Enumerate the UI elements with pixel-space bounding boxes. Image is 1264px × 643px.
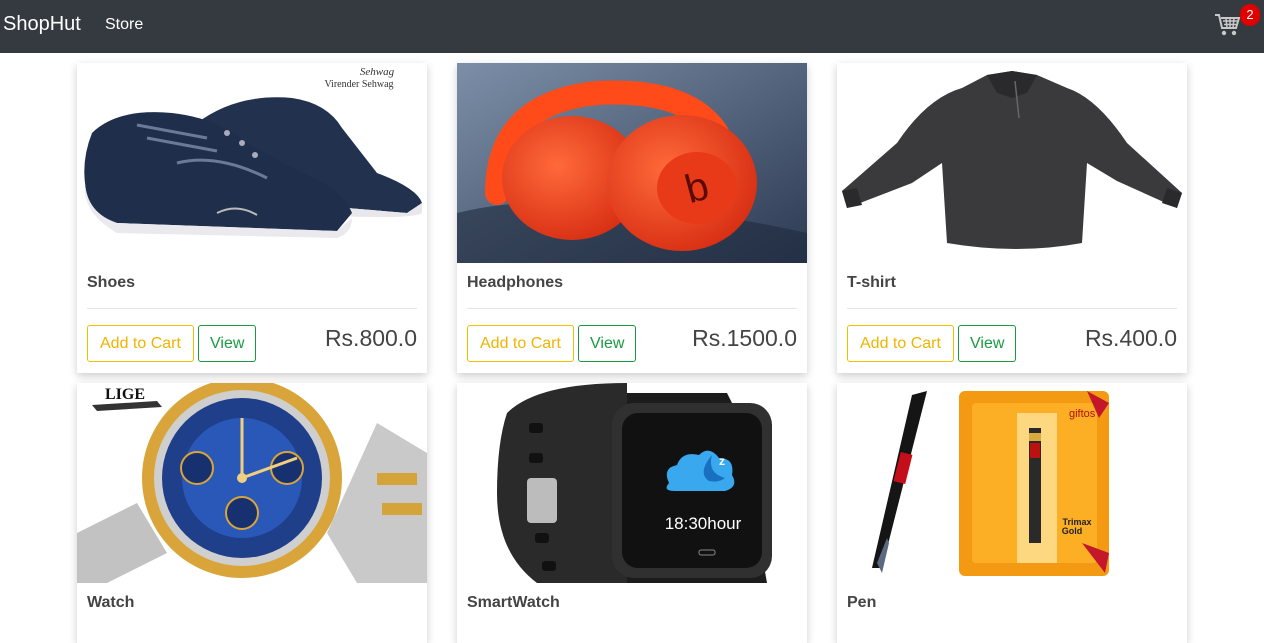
svg-text:z: z xyxy=(719,454,725,468)
view-button[interactable]: View xyxy=(958,325,1017,362)
product-image-tshirt[interactable] xyxy=(837,63,1187,263)
product-card-shoes: Sehwag Virender Sehwag Shoes Add to Cart… xyxy=(77,63,427,373)
svg-text:Sehwag: Sehwag xyxy=(360,66,395,78)
product-image-pen[interactable]: giftos Trimax Gold xyxy=(837,383,1187,583)
product-image-watch[interactable]: LIGE xyxy=(77,383,427,583)
product-image-shoes[interactable]: Sehwag Virender Sehwag xyxy=(77,63,427,263)
product-card-tshirt: T-shirt Add to Cart View Rs.400.0 xyxy=(837,63,1187,373)
cart-icon[interactable] xyxy=(1214,12,1242,38)
product-image-headphones[interactable]: b xyxy=(457,63,807,263)
svg-text:Gold: Gold xyxy=(1062,526,1083,536)
product-title: SmartWatch xyxy=(467,594,560,611)
product-card-pen: giftos Trimax Gold Pen xyxy=(837,383,1187,643)
add-to-cart-button[interactable]: Add to Cart xyxy=(87,325,194,362)
watch-brand-text: LIGE xyxy=(105,386,145,403)
product-image-smartwatch[interactable]: z 18:30hour xyxy=(457,383,807,583)
navbar: ShopHut Store 2 xyxy=(0,0,1264,53)
add-to-cart-button[interactable]: Add to Cart xyxy=(467,325,574,362)
product-price: Rs.800.0 xyxy=(324,325,417,351)
view-button[interactable]: View xyxy=(578,325,637,362)
card-divider xyxy=(467,308,797,309)
cart-count-badge: 2 xyxy=(1240,4,1260,26)
product-title: T-shirt xyxy=(847,274,896,291)
add-to-cart-button[interactable]: Add to Cart xyxy=(847,325,954,362)
product-price: Rs.1500.0 xyxy=(692,325,797,351)
product-title: Headphones xyxy=(467,274,564,291)
product-card-smartwatch: z 18:30hour SmartWatch xyxy=(457,383,807,643)
nav-link-store[interactable]: Store xyxy=(105,16,143,34)
view-button[interactable]: View xyxy=(198,325,257,362)
product-card-headphones: b Headphones Add to Cart View Rs.1500.0 xyxy=(457,63,807,373)
shoes-image-signature-text: Virender Sehwag xyxy=(324,79,393,90)
product-title: Shoes xyxy=(87,274,136,291)
smartwatch-screen-time: 18:30hour xyxy=(665,514,742,533)
product-title: Pen xyxy=(847,594,877,611)
brand-logo[interactable]: ShopHut xyxy=(3,13,81,36)
pen-pack-brand-text: giftos xyxy=(1069,408,1096,420)
product-card-watch: LIGE Watch xyxy=(77,383,427,643)
card-divider xyxy=(847,308,1177,309)
card-divider xyxy=(87,308,417,309)
product-title: Watch xyxy=(87,594,135,611)
product-price: Rs.400.0 xyxy=(1084,325,1177,351)
